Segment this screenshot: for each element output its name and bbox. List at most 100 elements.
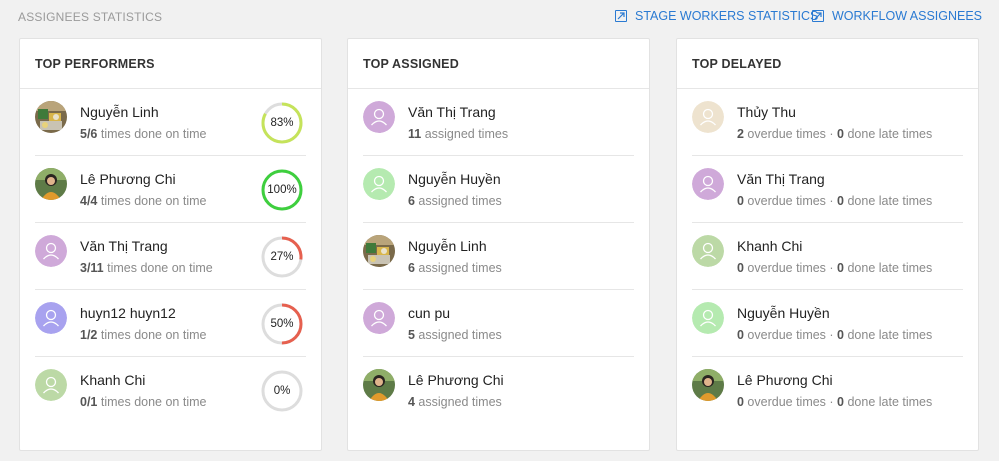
assignee-name: Lê Phương Chi — [408, 372, 504, 388]
done-on-time-text: 5/6 times done on time — [80, 127, 207, 141]
assignee-name: huyn12 huyn12 — [80, 305, 176, 321]
assignee-name: Nguyễn Huyền — [737, 305, 830, 321]
assigned-times-text: 4 assigned times — [408, 395, 502, 409]
list-item[interactable]: Lê Phương Chi 0 overdue times · 0 done la… — [692, 357, 963, 424]
card-title: TOP DELAYED — [677, 39, 978, 89]
completion-ring: 50% — [260, 302, 304, 346]
completion-percent: 0% — [273, 385, 291, 397]
list-item[interactable]: Khanh Chi 0/1 times done on time 0% — [35, 357, 306, 424]
late-count: 0 — [837, 127, 844, 141]
overdue-count: 2 — [737, 127, 744, 141]
assignee-name: Nguyễn Linh — [408, 238, 487, 254]
external-link-icon — [615, 10, 627, 22]
completion-ring: 27% — [260, 235, 304, 279]
assignee-name: Văn Thị Trang — [80, 238, 168, 254]
assigned-count: 4 — [408, 395, 415, 409]
assigned-count: 5 — [408, 328, 415, 342]
list-item[interactable]: Nguyễn Huyền 0 overdue times · 0 done lat… — [692, 290, 963, 357]
top-assigned-card: TOP ASSIGNED Văn Thị Trang 11 assigned ti… — [347, 38, 650, 451]
delay-stats-text: 2 overdue times · 0 done late times — [737, 127, 933, 141]
assignee-name: Văn Thị Trang — [408, 104, 496, 120]
completion-percent: 83% — [270, 117, 294, 129]
avatar-user-icon — [363, 302, 395, 334]
avatar-user-icon — [692, 235, 724, 267]
assignee-name: Khanh Chi — [80, 372, 146, 388]
list-item[interactable]: Khanh Chi 0 overdue times · 0 done late t… — [692, 223, 963, 290]
late-count: 0 — [837, 395, 844, 409]
external-link-icon — [812, 10, 824, 22]
overdue-count: 0 — [737, 395, 744, 409]
delay-stats-text: 0 overdue times · 0 done late times — [737, 328, 933, 342]
avatar-user-icon — [363, 101, 395, 133]
assigned-times-text: 11 assigned times — [408, 127, 509, 141]
top-performers-card: TOP PERFORMERS Nguyễn Linh 5/6 times done… — [19, 38, 322, 451]
top-bar: ASSIGNEES STATISTICS STAGE WORKERS STATI… — [0, 0, 999, 34]
list-item[interactable]: Lê Phương Chi 4/4 times done on time 100% — [35, 156, 306, 223]
avatar-user-icon — [35, 235, 67, 267]
done-count: 3/11 — [80, 261, 104, 275]
assignee-name: Thủy Thu — [737, 104, 796, 120]
avatar-photo — [35, 101, 67, 133]
stage-workers-statistics-link[interactable]: STAGE WORKERS STATISTICS — [615, 9, 818, 23]
completion-ring: 83% — [260, 101, 304, 145]
assignee-name: cun pu — [408, 305, 451, 321]
list-item[interactable]: cun pu 5 assigned times — [363, 290, 634, 357]
assigned-count: 11 — [408, 127, 422, 141]
performers-list: Nguyễn Linh 5/6 times done on time 83% Lê P… — [20, 89, 321, 424]
done-on-time-text: 3/11 times done on time — [80, 261, 213, 275]
card-title: TOP ASSIGNED — [348, 39, 649, 89]
late-count: 0 — [837, 328, 844, 342]
stage-workers-statistics-label: STAGE WORKERS STATISTICS — [635, 9, 819, 23]
late-count: 0 — [837, 194, 844, 208]
list-item[interactable]: Thủy Thu 2 overdue times · 0 done late ti… — [692, 89, 963, 156]
completion-percent: 50% — [270, 318, 294, 330]
avatar-user-icon — [35, 302, 67, 334]
list-item[interactable]: Văn Thị Trang 0 overdue times · 0 done la… — [692, 156, 963, 223]
avatar-user-icon — [692, 168, 724, 200]
delay-stats-text: 0 overdue times · 0 done late times — [737, 395, 933, 409]
assigned-list: Văn Thị Trang 11 assigned times Nguyễn Huy… — [348, 89, 649, 424]
list-item[interactable]: Lê Phương Chi 4 assigned times — [363, 357, 634, 424]
list-item[interactable]: huyn12 huyn12 1/2 times done on time 50% — [35, 290, 306, 357]
avatar-photo — [363, 369, 395, 401]
completion-percent: 27% — [270, 251, 294, 263]
done-count: 4/4 — [80, 194, 98, 208]
overdue-count: 0 — [737, 194, 744, 208]
assignee-name: Nguyễn Linh — [80, 104, 159, 120]
assigned-times-text: 6 assigned times — [408, 261, 502, 275]
delay-stats-text: 0 overdue times · 0 done late times — [737, 194, 933, 208]
list-item[interactable]: Văn Thị Trang 11 assigned times — [363, 89, 634, 156]
delay-stats-text: 0 overdue times · 0 done late times — [737, 261, 933, 275]
avatar-user-icon — [692, 302, 724, 334]
list-item[interactable]: Nguyễn Linh 5/6 times done on time 83% — [35, 89, 306, 156]
top-delayed-card: TOP DELAYED Thủy Thu 2 overdue times · 0 … — [676, 38, 979, 451]
done-on-time-text: 4/4 times done on time — [80, 194, 207, 208]
completion-ring: 100% — [260, 168, 304, 212]
list-item[interactable]: Nguyễn Linh 6 assigned times — [363, 223, 634, 290]
done-count: 5/6 — [80, 127, 98, 141]
completion-ring: 0% — [260, 369, 304, 413]
avatar-user-icon — [692, 101, 724, 133]
page-title: ASSIGNEES STATISTICS — [18, 10, 163, 24]
workflow-assignees-label: WORKFLOW ASSIGNEES — [832, 9, 983, 23]
overdue-count: 0 — [737, 261, 744, 275]
done-on-time-text: 1/2 times done on time — [80, 328, 207, 342]
done-count: 1/2 — [80, 328, 98, 342]
list-item[interactable]: Văn Thị Trang 3/11 times done on time 27% — [35, 223, 306, 290]
assignee-name: Nguyễn Huyền — [408, 171, 501, 187]
done-count: 0/1 — [80, 395, 98, 409]
overdue-count: 0 — [737, 328, 744, 342]
completion-percent: 100% — [267, 184, 297, 196]
card-title: TOP PERFORMERS — [20, 39, 321, 89]
avatar-photo — [692, 369, 724, 401]
assignee-name: Khanh Chi — [737, 238, 803, 254]
assignee-name: Lê Phương Chi — [737, 372, 833, 388]
workflow-assignees-link[interactable]: WORKFLOW ASSIGNEES — [812, 9, 982, 23]
list-item[interactable]: Nguyễn Huyền 6 assigned times — [363, 156, 634, 223]
avatar-photo — [363, 235, 395, 267]
done-on-time-text: 0/1 times done on time — [80, 395, 207, 409]
avatar-photo — [35, 168, 67, 200]
assignee-name: Lê Phương Chi — [80, 171, 176, 187]
assigned-count: 6 — [408, 194, 415, 208]
assigned-times-text: 6 assigned times — [408, 194, 502, 208]
